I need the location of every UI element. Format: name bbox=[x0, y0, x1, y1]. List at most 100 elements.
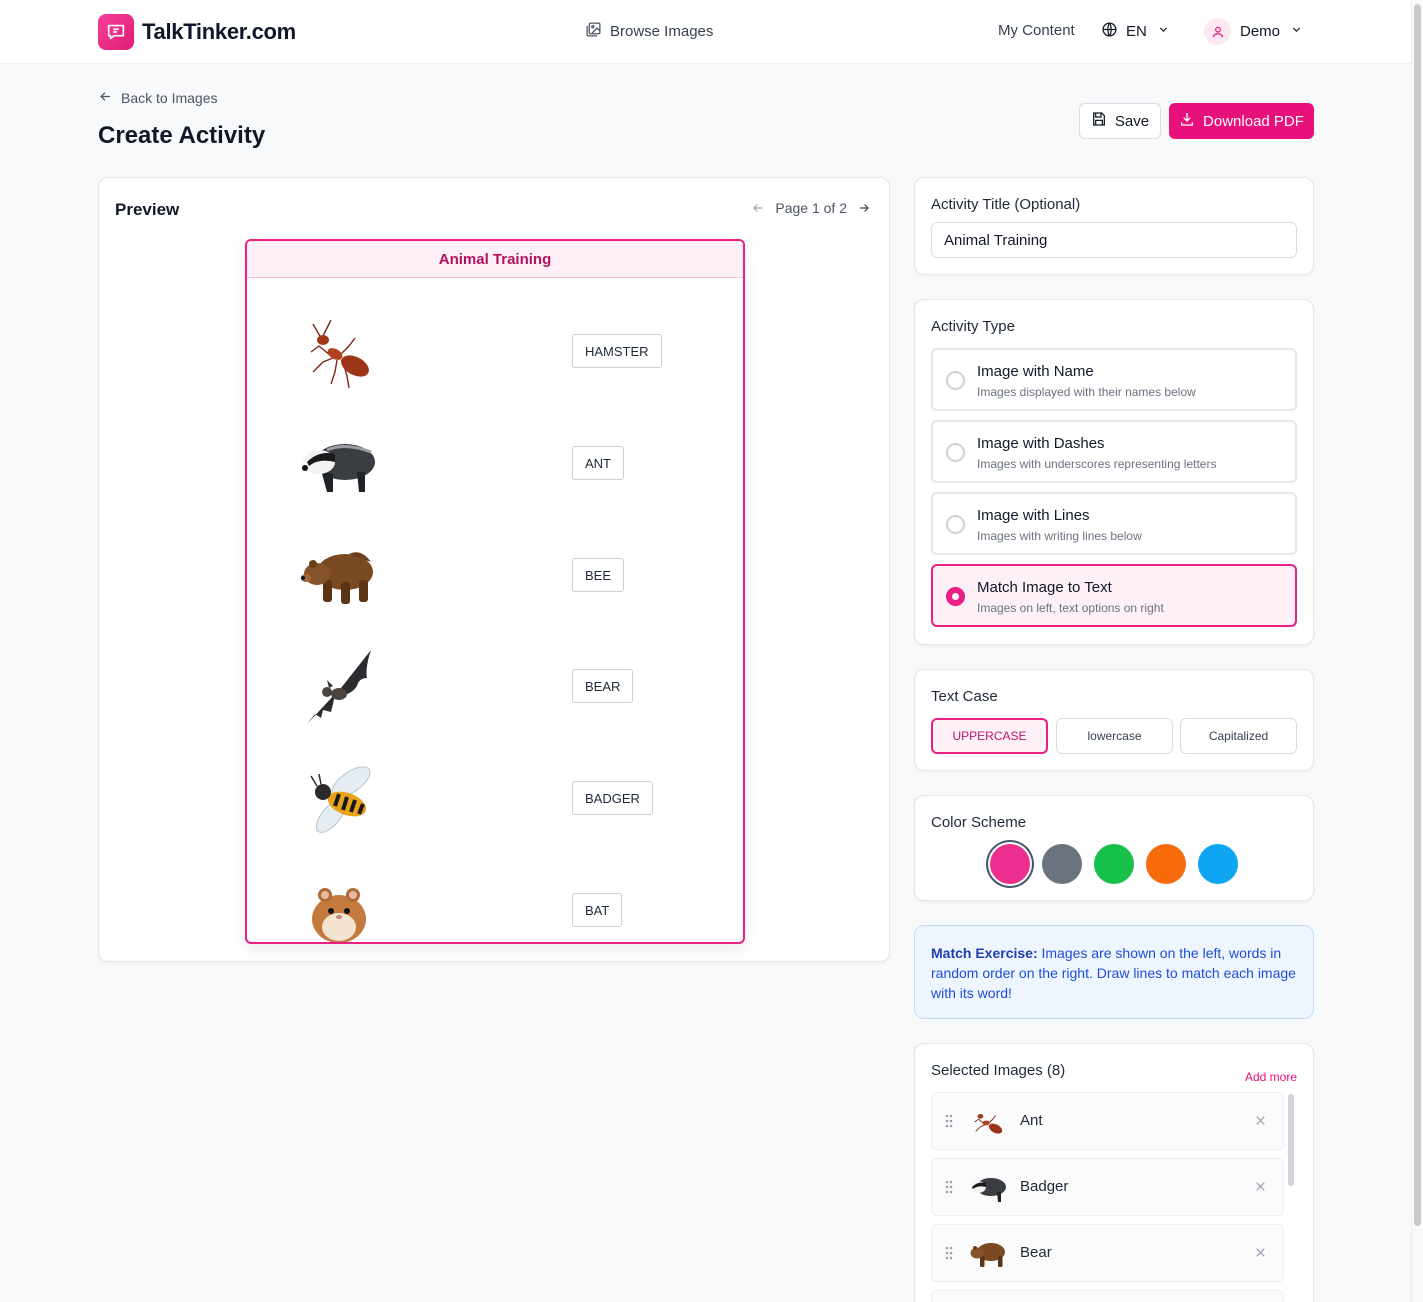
uppercase-button[interactable]: UPPERCASE bbox=[931, 718, 1048, 754]
match-row: BAT bbox=[247, 871, 743, 942]
option-description: Images with underscores representing let… bbox=[977, 457, 1217, 471]
top-navigation-bar: TalkTinker.com Browse Images My Content … bbox=[0, 0, 1411, 64]
activity-type-image-with-dashes[interactable]: Image with Dashes Images with underscore… bbox=[931, 420, 1297, 483]
match-row: ANT bbox=[247, 424, 743, 536]
activity-type-panel: Activity Type Image with Name Images dis… bbox=[914, 299, 1314, 645]
info-title: Match Exercise: bbox=[931, 945, 1038, 961]
activity-title-input[interactable] bbox=[931, 222, 1297, 258]
language-code: EN bbox=[1126, 23, 1147, 40]
image-gallery-icon bbox=[585, 21, 602, 42]
selected-image-item[interactable] bbox=[931, 1290, 1284, 1302]
match-word: ANT bbox=[572, 446, 624, 480]
arrow-left-icon bbox=[98, 89, 113, 107]
preview-heading: Preview bbox=[115, 200, 180, 219]
worksheet-title: Animal Training bbox=[247, 241, 743, 278]
brand-name: TalkTinker.com bbox=[142, 19, 296, 44]
match-exercise-info: Match Exercise: Images are shown on the … bbox=[914, 925, 1314, 1019]
option-description: Images displayed with their names below bbox=[977, 385, 1196, 399]
activity-type-match-image-to-text[interactable]: Match Image to Text Images on left, text… bbox=[931, 564, 1297, 627]
text-case-panel: Text Case UPPERCASE lowercase Capitalize… bbox=[914, 669, 1314, 771]
option-description: Images with writing lines below bbox=[977, 529, 1142, 543]
page-scrollbar[interactable] bbox=[1411, 0, 1423, 1302]
close-icon[interactable] bbox=[1254, 1180, 1267, 1198]
previous-page-arrow-icon[interactable] bbox=[751, 201, 765, 215]
user-menu[interactable]: Demo bbox=[1204, 18, 1303, 45]
activity-type-label: Activity Type bbox=[931, 318, 1015, 335]
badger-image bbox=[299, 424, 379, 504]
globe-icon bbox=[1101, 21, 1118, 42]
bee-image bbox=[299, 759, 379, 839]
back-to-images-label: Back to Images bbox=[121, 90, 218, 106]
user-name: Demo bbox=[1240, 23, 1281, 40]
page-indicator: Page 1 of 2 bbox=[775, 200, 847, 216]
option-title: Image with Lines bbox=[977, 507, 1090, 524]
color-swatch-pink[interactable] bbox=[990, 844, 1030, 884]
match-word: BEE bbox=[572, 558, 625, 592]
next-page-arrow-icon[interactable] bbox=[857, 201, 871, 215]
language-selector[interactable]: EN bbox=[1101, 21, 1170, 42]
selected-image-name: Bear bbox=[1020, 1244, 1052, 1261]
download-pdf-button[interactable]: Download PDF bbox=[1169, 103, 1314, 139]
page-scrollbar-thumb[interactable] bbox=[1414, 4, 1421, 1226]
option-title: Match Image to Text bbox=[977, 579, 1112, 596]
selected-image-item[interactable]: Ant bbox=[931, 1092, 1284, 1150]
close-icon[interactable] bbox=[1254, 1114, 1267, 1132]
match-row: BEE bbox=[247, 536, 743, 648]
text-case-label: Text Case bbox=[931, 688, 998, 705]
pagination: Page 1 of 2 bbox=[751, 200, 871, 216]
add-more-link[interactable]: Add more bbox=[1245, 1070, 1297, 1084]
match-row: BADGER bbox=[247, 759, 743, 871]
selected-image-name: Ant bbox=[1020, 1112, 1043, 1129]
radio-button-selected[interactable] bbox=[946, 587, 965, 606]
radio-button[interactable] bbox=[946, 443, 965, 462]
option-description: Images on left, text options on right bbox=[977, 601, 1164, 615]
color-scheme-panel: Color Scheme bbox=[914, 795, 1314, 901]
selected-images-label: Selected Images (8) bbox=[931, 1062, 1066, 1079]
back-to-images-link[interactable]: Back to Images bbox=[98, 89, 218, 107]
drag-handle-icon[interactable] bbox=[945, 1114, 953, 1133]
lowercase-button[interactable]: lowercase bbox=[1056, 718, 1173, 754]
worksheet-preview: Animal Training HAMSTER ANT BEE BEAR BAD… bbox=[245, 239, 745, 944]
radio-button[interactable] bbox=[946, 515, 965, 534]
color-swatch-blue[interactable] bbox=[1198, 844, 1238, 884]
selected-image-name: Badger bbox=[1020, 1178, 1069, 1195]
color-swatch-orange[interactable] bbox=[1146, 844, 1186, 884]
option-title: Image with Name bbox=[977, 363, 1094, 380]
badger-thumbnail bbox=[968, 1168, 1008, 1208]
color-swatch-gray[interactable] bbox=[1042, 844, 1082, 884]
ant-image bbox=[299, 312, 379, 392]
activity-type-image-with-lines[interactable]: Image with Lines Images with writing lin… bbox=[931, 492, 1297, 555]
match-word: HAMSTER bbox=[572, 334, 662, 368]
bear-image bbox=[299, 536, 379, 616]
browse-images-link[interactable]: Browse Images bbox=[585, 21, 713, 42]
ant-thumbnail bbox=[968, 1102, 1008, 1142]
download-icon bbox=[1179, 111, 1195, 131]
capitalized-button[interactable]: Capitalized bbox=[1180, 718, 1297, 754]
match-word: BEAR bbox=[572, 669, 634, 703]
chat-bubble-icon bbox=[98, 14, 134, 50]
color-swatch-green[interactable] bbox=[1094, 844, 1134, 884]
selected-images-scrollbar[interactable] bbox=[1288, 1094, 1294, 1186]
my-content-link[interactable]: My Content bbox=[998, 22, 1075, 39]
user-icon bbox=[1204, 18, 1231, 45]
chevron-down-icon bbox=[1157, 23, 1170, 40]
selected-images-panel: Selected Images (8) Add more Ant Badger bbox=[914, 1043, 1314, 1302]
preview-panel: Preview Page 1 of 2 Animal Training HAMS… bbox=[98, 177, 890, 962]
activity-title-panel: Activity Title (Optional) bbox=[914, 177, 1314, 275]
save-button[interactable]: Save bbox=[1079, 103, 1161, 139]
radio-button[interactable] bbox=[946, 371, 965, 390]
download-pdf-label: Download PDF bbox=[1203, 112, 1304, 130]
match-word: BADGER bbox=[572, 781, 653, 815]
selected-image-item[interactable]: Bear bbox=[931, 1224, 1284, 1282]
selected-image-item[interactable]: Badger bbox=[931, 1158, 1284, 1216]
brand-logo[interactable]: TalkTinker.com bbox=[98, 14, 296, 50]
color-scheme-label: Color Scheme bbox=[931, 814, 1027, 831]
option-title: Image with Dashes bbox=[977, 435, 1105, 452]
match-word: BAT bbox=[572, 893, 623, 927]
activity-type-image-with-name[interactable]: Image with Name Images displayed with th… bbox=[931, 348, 1297, 411]
drag-handle-icon[interactable] bbox=[945, 1180, 953, 1199]
bat-image bbox=[299, 647, 379, 727]
save-label: Save bbox=[1114, 112, 1150, 130]
drag-handle-icon[interactable] bbox=[945, 1246, 953, 1265]
close-icon[interactable] bbox=[1254, 1246, 1267, 1264]
